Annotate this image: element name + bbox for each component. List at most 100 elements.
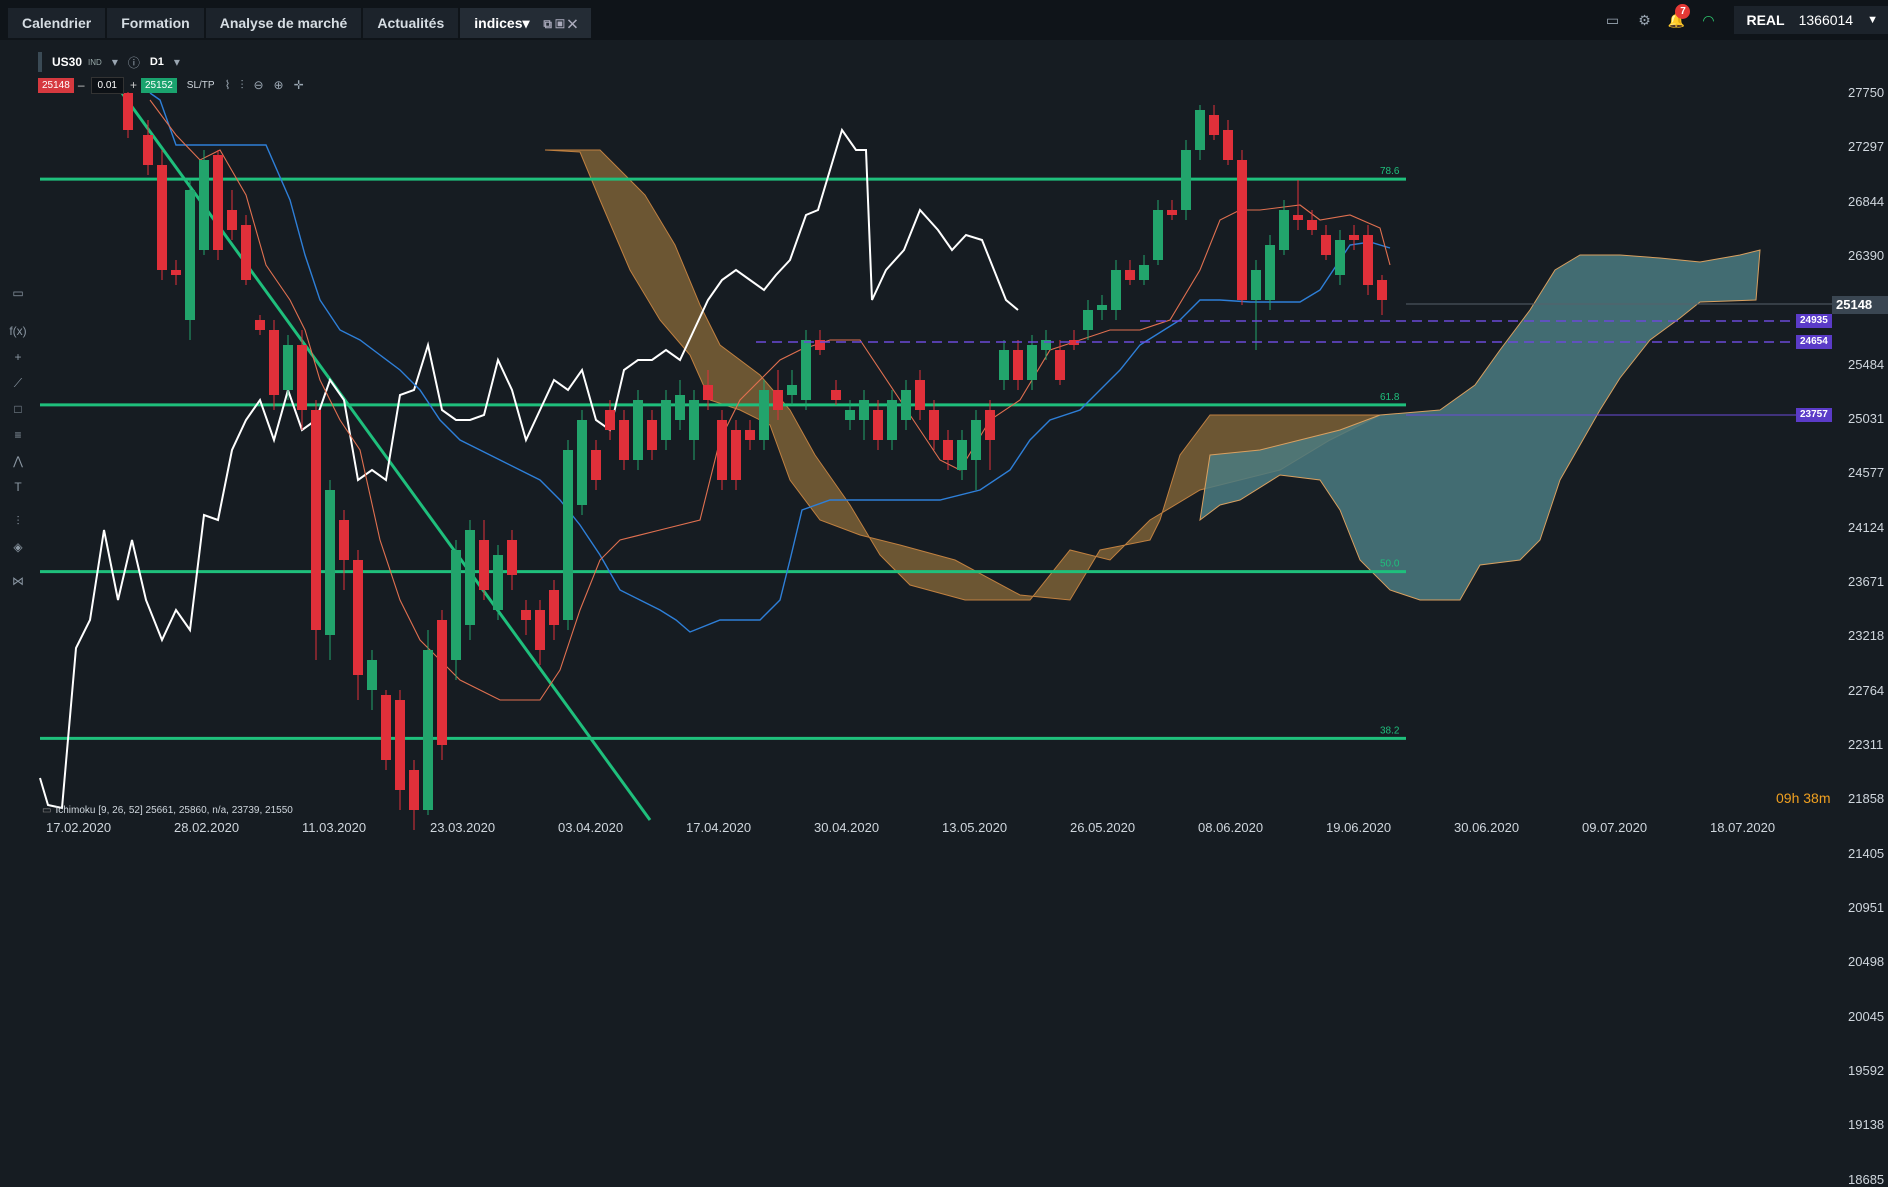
- candle-body[interactable]: [929, 410, 939, 440]
- candle-body[interactable]: [1167, 210, 1177, 215]
- candle-body[interactable]: [1293, 215, 1303, 220]
- symbol-name[interactable]: US30: [52, 55, 82, 69]
- qty-plus-button[interactable]: +: [126, 78, 141, 92]
- candle-body[interactable]: [605, 410, 615, 430]
- wave-icon[interactable]: ⋀: [6, 448, 30, 474]
- candle-body[interactable]: [1181, 150, 1191, 210]
- candle-body[interactable]: [1153, 210, 1163, 260]
- indicators-icon[interactable]: ⫶: [240, 78, 243, 93]
- candle-body[interactable]: [901, 390, 911, 420]
- candle-body[interactable]: [801, 340, 811, 400]
- candle-body[interactable]: [367, 660, 377, 690]
- candle-body[interactable]: [591, 450, 601, 480]
- trendline-icon[interactable]: ⟋: [6, 370, 30, 396]
- detach-icon[interactable]: ▣: [555, 17, 564, 31]
- candle-body[interactable]: [353, 560, 363, 675]
- candle-body[interactable]: [409, 770, 419, 810]
- candle-body[interactable]: [465, 530, 475, 625]
- candle-body[interactable]: [1321, 235, 1331, 255]
- candle-body[interactable]: [619, 420, 629, 460]
- layers-icon[interactable]: ◈: [6, 534, 30, 560]
- nav-calendrier[interactable]: Calendrier: [8, 8, 106, 38]
- candle-body[interactable]: [985, 410, 995, 440]
- candle-body[interactable]: [675, 395, 685, 420]
- candle-body[interactable]: [213, 155, 223, 250]
- chevron-down-icon[interactable]: ▾: [112, 55, 118, 69]
- timeframe-selector[interactable]: D1: [150, 56, 164, 68]
- candle-body[interactable]: [1237, 160, 1247, 300]
- candle-body[interactable]: [957, 440, 967, 470]
- candle-body[interactable]: [787, 385, 797, 395]
- candle-body[interactable]: [915, 380, 925, 410]
- candle-body[interactable]: [759, 390, 769, 440]
- panel-icon[interactable]: ▭: [6, 280, 30, 306]
- candle-body[interactable]: [887, 400, 897, 440]
- candle-body[interactable]: [999, 350, 1009, 380]
- candle-body[interactable]: [1335, 240, 1345, 275]
- candle-body[interactable]: [745, 430, 755, 440]
- candle-body[interactable]: [661, 400, 671, 440]
- zoom-in-icon[interactable]: ⊕: [274, 78, 284, 92]
- candle-body[interactable]: [1139, 265, 1149, 280]
- candle-body[interactable]: [731, 430, 741, 480]
- candle-body[interactable]: [1223, 130, 1233, 160]
- candle-body[interactable]: [423, 650, 433, 810]
- quantity-input[interactable]: 0.01: [90, 76, 124, 94]
- close-icon[interactable]: ✕: [568, 17, 577, 31]
- text-icon[interactable]: T: [6, 474, 30, 500]
- candle-body[interactable]: [157, 165, 167, 270]
- candle-body[interactable]: [873, 410, 883, 440]
- candle-body[interactable]: [123, 93, 133, 130]
- candle-body[interactable]: [171, 270, 181, 275]
- zoom-out-icon[interactable]: ⊖: [253, 78, 263, 92]
- level-tag-1[interactable]: 24935: [1796, 314, 1832, 328]
- candle-body[interactable]: [199, 160, 209, 250]
- candle-body[interactable]: [1195, 110, 1205, 150]
- tab-indices[interactable]: indices▾ ⧉ ▣ ✕: [460, 8, 591, 38]
- candle-body[interactable]: [1377, 280, 1387, 300]
- candle-body[interactable]: [1251, 270, 1261, 300]
- candle-body[interactable]: [859, 400, 869, 420]
- candle-body[interactable]: [1265, 245, 1275, 300]
- candle-body[interactable]: [943, 440, 953, 460]
- candle-body[interactable]: [1097, 305, 1107, 310]
- candle-body[interactable]: [1209, 115, 1219, 135]
- candle-body[interactable]: [845, 410, 855, 420]
- candle-body[interactable]: [269, 330, 279, 395]
- buy-price-button[interactable]: 25152: [140, 77, 177, 93]
- indicator-settings-icon[interactable]: ▭: [42, 805, 51, 816]
- layout-icon[interactable]: ▭: [1598, 6, 1626, 34]
- candle-body[interactable]: [311, 410, 321, 630]
- candle-body[interactable]: [381, 695, 391, 760]
- function-icon[interactable]: f(x): [6, 318, 30, 344]
- candle-body[interactable]: [633, 400, 643, 460]
- level-tag-2[interactable]: 24654: [1796, 335, 1832, 349]
- candle-body[interactable]: [563, 450, 573, 620]
- candle-body[interactable]: [325, 490, 335, 635]
- chart-area[interactable]: 78.661.850.038.223.6: [0, 40, 1888, 838]
- candle-body[interactable]: [971, 420, 981, 460]
- candle-body[interactable]: [535, 610, 545, 650]
- candle-body[interactable]: [1013, 350, 1023, 380]
- info-icon[interactable]: ⓘ: [128, 54, 140, 71]
- nav-actualites[interactable]: Actualités: [363, 8, 459, 38]
- qty-minus-button[interactable]: –: [74, 78, 89, 92]
- candle-body[interactable]: [451, 550, 461, 660]
- candle-body[interactable]: [1125, 270, 1135, 280]
- candle-body[interactable]: [1027, 345, 1037, 380]
- line-chart-icon[interactable]: ⌇: [225, 78, 231, 92]
- candle-body[interactable]: [227, 210, 237, 230]
- fibonacci-icon[interactable]: ≡: [6, 422, 30, 448]
- candle-body[interactable]: [1083, 310, 1093, 330]
- candle-body[interactable]: [703, 385, 713, 400]
- candle-body[interactable]: [1349, 235, 1359, 240]
- candle-body[interactable]: [773, 390, 783, 410]
- candle-body[interactable]: [1279, 210, 1289, 250]
- candle-body[interactable]: [647, 420, 657, 450]
- chevron-down-icon[interactable]: ▾: [174, 55, 180, 69]
- account-selector[interactable]: REAL 1366014 ▼: [1734, 6, 1888, 34]
- sell-price-button[interactable]: 25148: [38, 77, 74, 93]
- nav-analyse-marche[interactable]: Analyse de marché: [205, 8, 362, 38]
- candle-body[interactable]: [507, 540, 517, 575]
- sltp-button[interactable]: SL/TP: [187, 80, 215, 91]
